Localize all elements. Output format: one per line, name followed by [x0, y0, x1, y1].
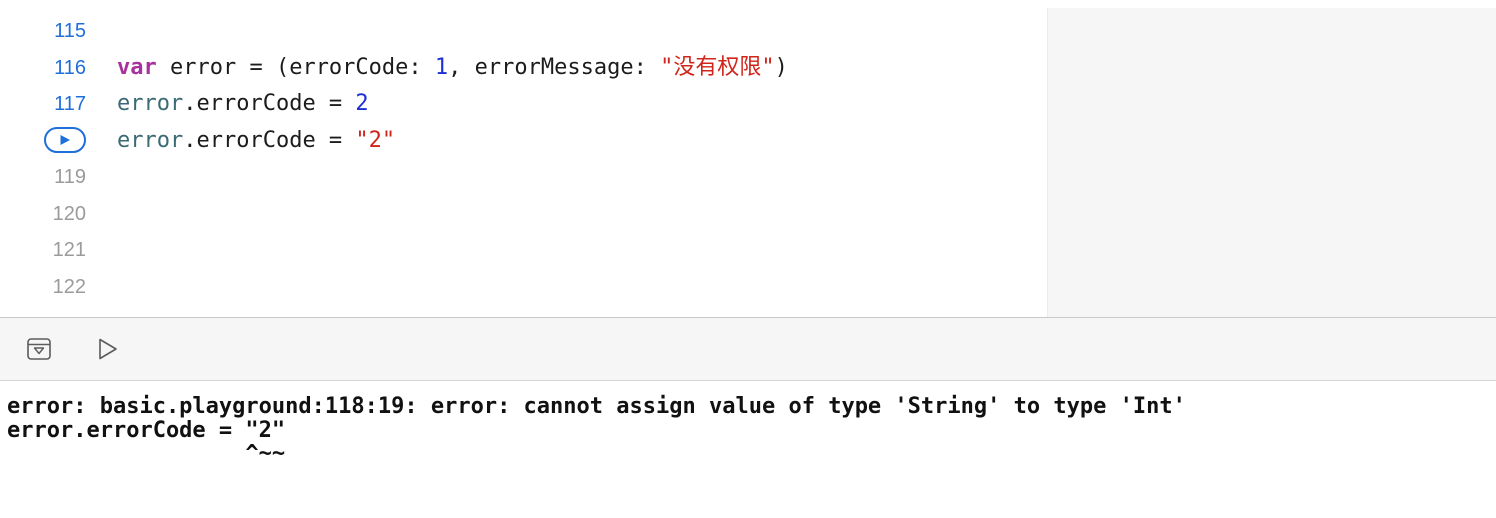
line-number[interactable]: 120: [0, 196, 86, 232]
play-circle-icon: [60, 134, 70, 145]
code-token: , errorMessage:: [448, 54, 661, 80]
run-to-line-button[interactable]: [44, 126, 86, 153]
code-token: "没有权限": [660, 54, 775, 80]
play-icon: [99, 338, 117, 360]
hide-debug-area-button[interactable]: [26, 336, 52, 362]
line-number[interactable]: 119: [0, 159, 86, 195]
code-text[interactable]: error.errorCode = "2": [117, 123, 395, 159]
code-line[interactable]: 121: [0, 232, 1040, 268]
code-token: error: [117, 127, 184, 153]
code-text[interactable]: var error = (errorCode: 1, errorMessage:…: [117, 50, 788, 86]
code-token: .errorCode =: [183, 91, 356, 116]
code-text[interactable]: error.errorCode = 2: [117, 86, 369, 122]
console-error-message: error: basic.playground:118:19: error: c…: [7, 394, 1186, 419]
code-token: 1: [434, 54, 449, 80]
code-line[interactable]: 115: [0, 13, 1040, 49]
code-token: error = (errorCode:: [156, 54, 435, 80]
line-number[interactable]: 121: [0, 232, 86, 268]
code-token: var: [117, 54, 157, 80]
code-line[interactable]: 117 error.errorCode = 2: [0, 86, 1040, 122]
console-caret-indicator: ^~~: [7, 443, 285, 455]
code-token: "2": [355, 127, 396, 153]
line-number[interactable]: 117: [0, 86, 86, 122]
run-playground-button[interactable]: [94, 336, 120, 362]
code-token: error: [117, 91, 184, 116]
line-number[interactable]: 122: [0, 269, 86, 305]
console-output[interactable]: error: basic.playground:118:19: error: c…: [0, 381, 1496, 518]
code-editor[interactable]: 115 116 var error = (errorCode: 1, errorMe…: [0, 0, 1496, 318]
code-line[interactable]: error.errorCode = "2": [0, 123, 1040, 159]
results-sidebar: [1047, 8, 1496, 318]
line-number[interactable]: 116: [0, 50, 86, 86]
code-line[interactable]: 120: [0, 196, 1040, 232]
code-token: 2: [355, 91, 369, 116]
code-token: ): [774, 54, 788, 80]
code-line[interactable]: 116 var error = (errorCode: 1, errorMessa…: [0, 50, 1040, 86]
hide-debug-area-icon: [27, 338, 51, 360]
code-line[interactable]: 122: [0, 269, 1040, 305]
line-number[interactable]: 115: [0, 13, 86, 49]
debug-toolbar: [0, 318, 1496, 381]
console-source-line: error.errorCode = "2": [7, 418, 286, 443]
code-token: .errorCode =: [183, 127, 356, 153]
code-line[interactable]: 119: [0, 159, 1040, 195]
